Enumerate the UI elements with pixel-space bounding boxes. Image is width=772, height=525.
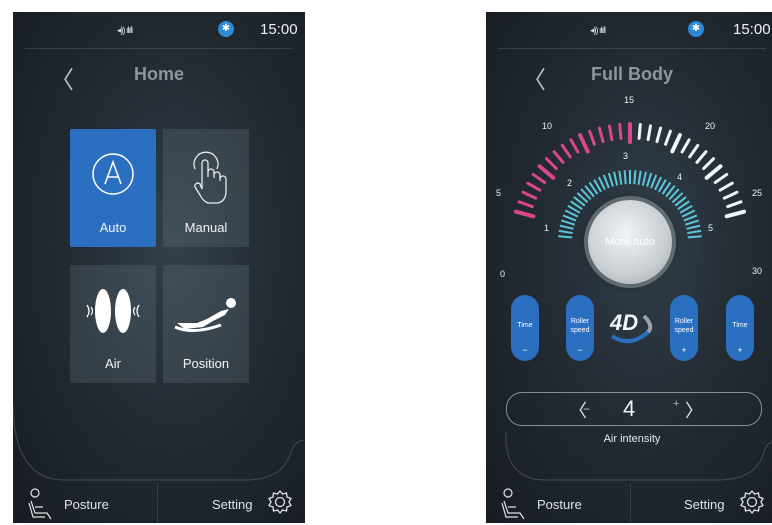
gear-icon[interactable] bbox=[738, 487, 766, 517]
home-screen: ◂)) ılıll ✱ 15:00 〈 Home Auto Manual Air bbox=[13, 12, 305, 523]
nav-divider bbox=[157, 483, 158, 523]
setting-button[interactable]: Setting bbox=[212, 497, 252, 512]
gear-icon[interactable] bbox=[266, 487, 294, 517]
full-body-screen: ◂)) ılıll ✱ 15:00 〈 Full Body 0 5 10 15 … bbox=[486, 12, 772, 523]
bottom-nav: Posture Setting bbox=[13, 483, 305, 523]
setting-button[interactable]: Setting bbox=[684, 497, 724, 512]
posture-button[interactable]: Posture bbox=[537, 497, 582, 512]
bottom-nav: Posture Setting bbox=[486, 483, 772, 523]
bottom-curve bbox=[505, 431, 772, 481]
posture-button[interactable]: Posture bbox=[64, 497, 109, 512]
nav-divider bbox=[630, 483, 631, 523]
bottom-curve bbox=[13, 401, 305, 481]
posture-chair-icon[interactable] bbox=[25, 487, 59, 521]
posture-chair-icon[interactable] bbox=[498, 487, 532, 521]
